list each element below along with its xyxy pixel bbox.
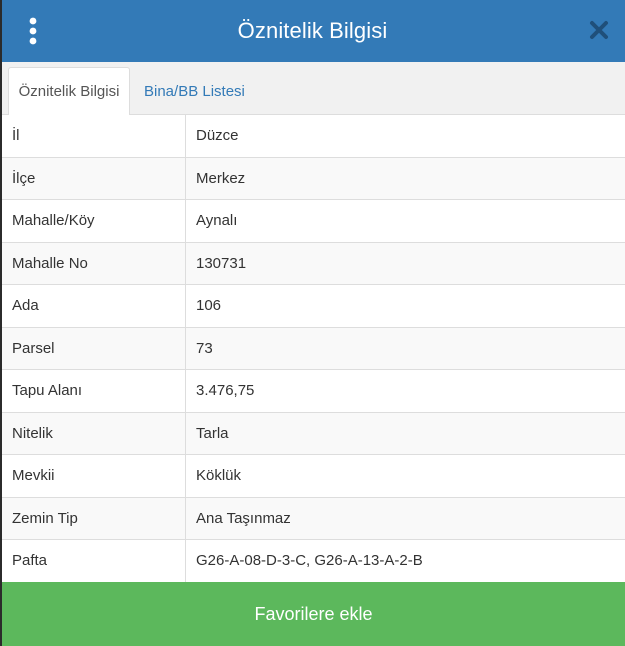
- table-row: Mahalle No 130731: [2, 242, 625, 285]
- table-row: Pafta G26-A-08-D-3-C, G26-A-13-A-2-B: [2, 540, 625, 583]
- attribute-value: Ana Taşınmaz: [196, 509, 291, 527]
- attribute-value: Merkez: [196, 169, 246, 187]
- attribute-key: Mahalle No: [2, 242, 186, 284]
- table-row: İl Düzce: [2, 115, 625, 158]
- table-row: Zemin Tip Ana Taşınmaz: [2, 497, 625, 540]
- attribute-key: Pafta: [2, 540, 186, 582]
- attribute-key: Tapu Alanı: [2, 370, 186, 412]
- table-row: Parsel 73: [2, 327, 625, 370]
- tab-bar: Öznitelik Bilgisi Bina/BB Listesi: [0, 62, 625, 116]
- attribute-key: Nitelik: [2, 412, 186, 454]
- attribute-value: G26-A-08-D-3-C, G26-A-13-A-2-B: [196, 552, 423, 570]
- vertical-dots-icon[interactable]: [18, 14, 48, 48]
- table-row: Tapu Alanı 3.476,75: [2, 370, 625, 413]
- attribute-key: Mahalle/Köy: [2, 200, 186, 242]
- panel-header: Öznitelik Bilgisi: [0, 0, 625, 62]
- attribute-key: İlçe: [2, 157, 186, 199]
- attribute-key: Zemin Tip: [2, 497, 186, 539]
- tab-building-list[interactable]: Bina/BB Listesi: [132, 67, 257, 116]
- close-icon[interactable]: [587, 18, 611, 42]
- attribute-value: 73: [196, 339, 213, 357]
- table-row: Mevkii Köklük: [2, 455, 625, 498]
- attribute-value: Düzce: [196, 127, 239, 145]
- attribute-value: Aynalı: [196, 212, 238, 230]
- table-row: Mahalle/Köy Aynalı: [2, 200, 625, 243]
- table-row: İlçe Merkez: [2, 157, 625, 200]
- table-row: Ada 106: [2, 285, 625, 328]
- tab-attribute-info[interactable]: Öznitelik Bilgisi: [8, 67, 130, 116]
- panel-title: Öznitelik Bilgisi: [237, 18, 388, 43]
- attribute-table: İl Düzce İlçe Merkez Mahalle/Köy Aynalı …: [2, 115, 625, 583]
- attribute-value: 3.476,75: [196, 382, 255, 400]
- attribute-value: 130731: [196, 254, 247, 272]
- attribute-value: Köklük: [196, 467, 242, 485]
- attribute-key: İl: [2, 115, 186, 157]
- attribute-info-panel: Öznitelik Bilgisi Öznitelik Bilgisi Bina…: [0, 0, 625, 646]
- attribute-value: Tarla: [196, 424, 229, 442]
- attribute-value: 106: [196, 297, 222, 315]
- attribute-key: Ada: [2, 285, 186, 327]
- attribute-key: Parsel: [2, 327, 186, 369]
- attribute-key: Mevkii: [2, 455, 186, 497]
- add-to-favorites-button[interactable]: Favorilere ekle: [2, 582, 625, 646]
- table-row: Nitelik Tarla: [2, 412, 625, 455]
